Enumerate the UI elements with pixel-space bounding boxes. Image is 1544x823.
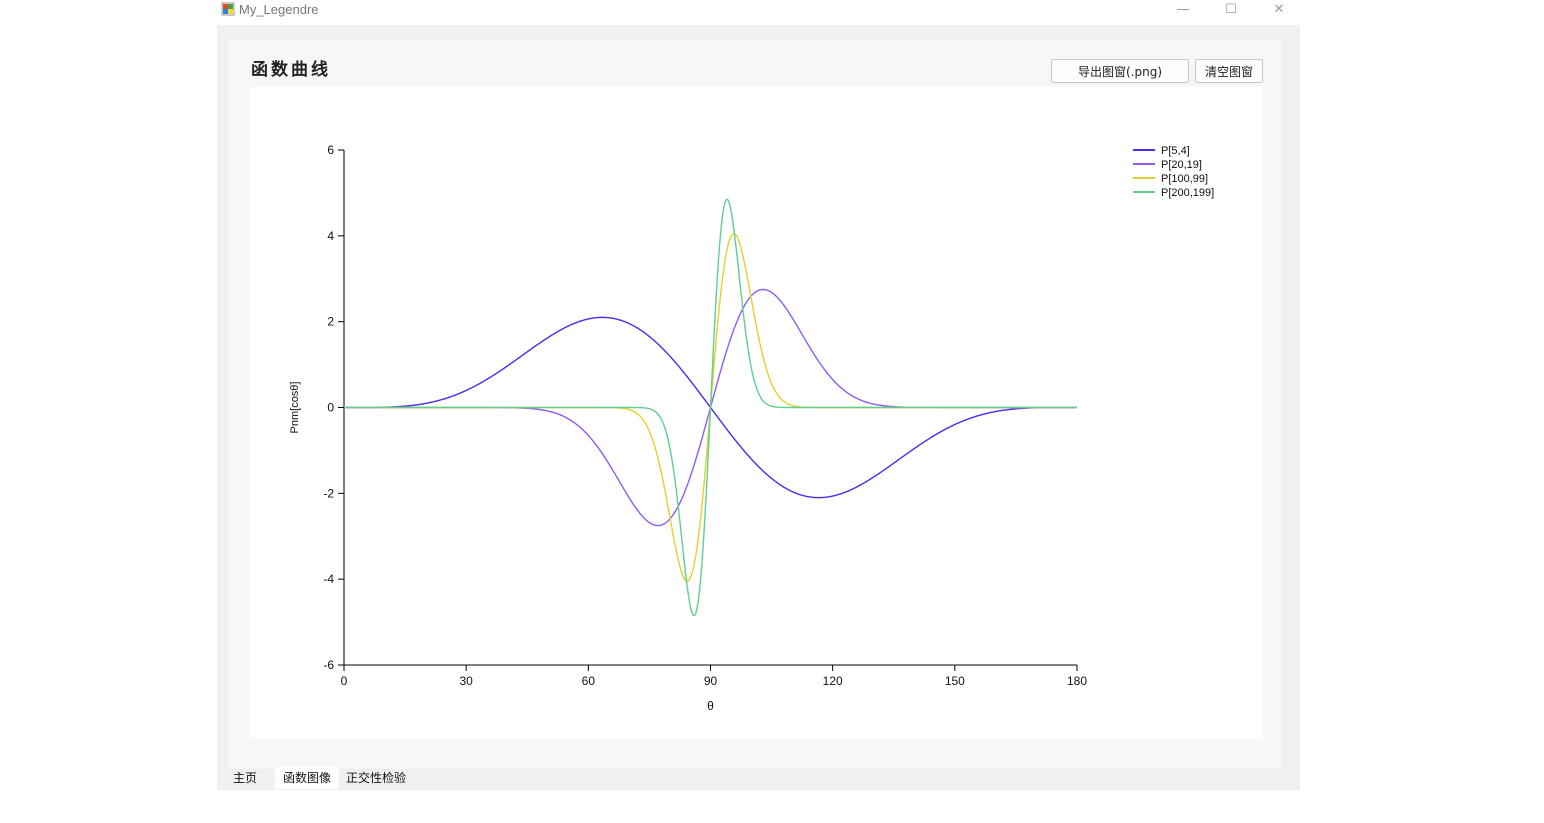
app-window: My_Legendre — ☐ ✕ 函数曲线 导出图窗(.png) 清空图窗 6… bbox=[217, 0, 1300, 790]
function-plot-panel: 函数曲线 导出图窗(.png) 清空图窗 6 4 2 0 -2 -4 -6 0 30 60 90 12… bbox=[226, 38, 1283, 770]
x-tick-label: 120 bbox=[823, 674, 843, 688]
title-bar[interactable]: My_Legendre — ☐ ✕ bbox=[217, 0, 1300, 24]
window-title: My_Legendre bbox=[239, 2, 319, 17]
y-tick-label: 6 bbox=[327, 143, 334, 157]
x-tick-label: 90 bbox=[704, 674, 718, 688]
x-tick-label: 180 bbox=[1067, 674, 1087, 688]
series-line-p-200-199 bbox=[344, 198, 1077, 617]
maximize-icon[interactable]: ☐ bbox=[1211, 0, 1251, 22]
x-tick-label: 150 bbox=[945, 674, 965, 688]
legend-label: P[200,199] bbox=[1161, 187, 1214, 199]
close-icon[interactable]: ✕ bbox=[1259, 0, 1299, 22]
y-tick-label: 4 bbox=[327, 229, 334, 243]
y-tick-label: -4 bbox=[323, 572, 334, 586]
legend-label: P[5,4] bbox=[1161, 145, 1190, 157]
y-tick-label: -6 bbox=[323, 658, 334, 672]
x-tick-label: 30 bbox=[459, 674, 473, 688]
clear-figure-button[interactable]: 清空图窗 bbox=[1195, 59, 1263, 83]
y-tick-label: 0 bbox=[327, 401, 334, 415]
minimize-icon[interactable]: — bbox=[1163, 0, 1203, 22]
plot-area: 6 4 2 0 -2 -4 -6 0 30 60 90 120 150 180 θ Pnm[cosθ] P[5… bbox=[250, 87, 1263, 739]
legendre-chart: 6 4 2 0 -2 -4 -6 0 30 60 90 120 150 180 θ Pnm[cosθ] P[5… bbox=[289, 143, 1214, 713]
app-icon bbox=[221, 2, 235, 16]
x-tick-label: 60 bbox=[582, 674, 596, 688]
legend-label: P[20,19] bbox=[1161, 159, 1202, 171]
tab-orthogonality-test[interactable]: 正交性检验 bbox=[341, 767, 411, 789]
y-tick-label: -2 bbox=[323, 486, 334, 500]
x-tick-label: 0 bbox=[341, 674, 348, 688]
y-axis-label: Pnm[cosθ] bbox=[289, 382, 301, 434]
tab-function-plot[interactable]: 函数图像 bbox=[275, 767, 339, 789]
x-axis-label: θ bbox=[707, 699, 714, 713]
y-tick-label: 2 bbox=[327, 315, 334, 329]
export-png-button[interactable]: 导出图窗(.png) bbox=[1051, 59, 1189, 83]
tab-home[interactable]: 主页 bbox=[225, 767, 265, 789]
panel-heading: 函数曲线 bbox=[251, 60, 331, 80]
client-area: 函数曲线 导出图窗(.png) 清空图窗 6 4 2 0 -2 -4 -6 0 30 60 90 12… bbox=[217, 25, 1300, 790]
legend-label: P[100,99] bbox=[1161, 173, 1208, 185]
